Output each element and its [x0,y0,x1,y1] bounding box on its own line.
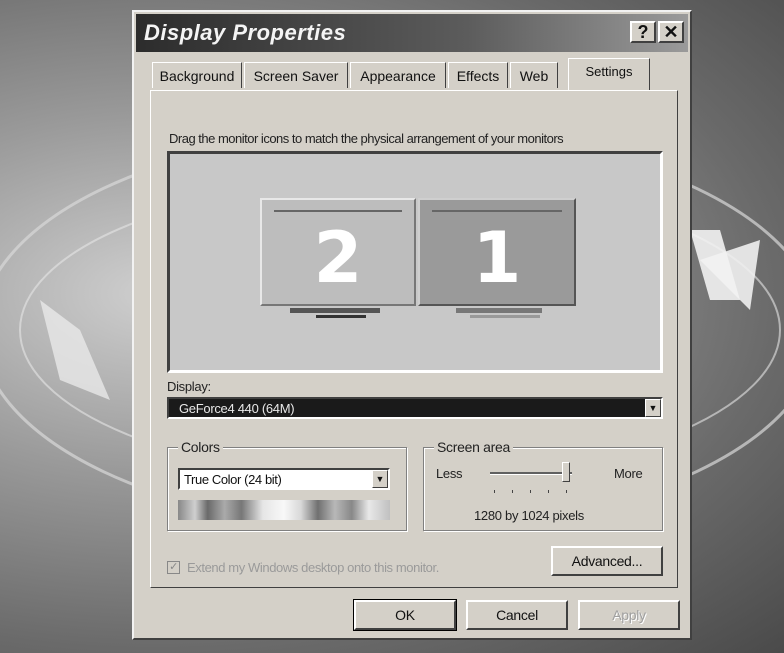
resolution-slider-thumb[interactable] [562,462,570,482]
screen-area-group-label: Screen area [434,439,513,455]
help-button[interactable]: ? [630,21,656,43]
color-preview-bar [178,500,390,520]
display-label: Display: [167,379,211,394]
monitor-2-number: 2 [313,217,363,299]
window-title: Display Properties [144,20,347,45]
monitor-1-number: 1 [472,217,522,299]
monitor-1-icon[interactable]: 1 [418,198,576,324]
screen-area-group: Screen area Less More 1280 by 1024 pixel… [423,439,663,531]
colors-select[interactable]: True Color (24 bit) ▼ [178,468,390,490]
monitor-2-icon[interactable]: 2 [260,198,416,324]
tab-web[interactable]: Web [510,62,558,88]
colors-group: Colors True Color (24 bit) ▼ [167,439,407,531]
tab-appearance[interactable]: Appearance [350,62,446,88]
monitor-1-screen: 1 [418,198,576,306]
chevron-down-icon[interactable]: ▼ [372,470,388,488]
chevron-down-icon[interactable]: ▼ [645,399,661,417]
colors-group-label: Colors [178,439,223,455]
colors-select-value: True Color (24 bit) [184,472,282,487]
resolution-text: 1280 by 1024 pixels [474,508,584,523]
more-label: More [614,466,643,481]
monitor-instruction: Drag the monitor icons to match the phys… [169,131,564,146]
extend-desktop-checkbox[interactable]: ✓ [167,561,180,574]
title-bar[interactable]: Display Properties ? ✕ [136,14,688,52]
extend-desktop-label: Extend my Windows desktop onto this moni… [187,560,439,575]
display-select[interactable]: GeForce4 440 (64M) ▼ [167,397,663,419]
cancel-button[interactable]: Cancel [466,600,568,630]
monitor-2-screen: 2 [260,198,416,306]
ok-button[interactable]: OK [353,599,457,631]
close-button[interactable]: ✕ [658,21,684,43]
tab-settings[interactable]: Settings [568,58,650,90]
resolution-slider-track[interactable] [490,472,572,475]
settings-panel: Drag the monitor icons to match the phys… [150,90,678,588]
tab-effects[interactable]: Effects [448,62,508,88]
advanced-button[interactable]: Advanced... [551,546,663,576]
tab-background[interactable]: Background [152,62,242,88]
less-label: Less [436,466,463,481]
apply-button[interactable]: Apply [578,600,680,630]
tab-screen-saver[interactable]: Screen Saver [244,62,348,88]
monitor-arrangement-area: 2 1 [167,151,663,373]
display-select-value: GeForce4 440 (64M) [179,401,295,416]
display-properties-dialog: Display Properties ? ✕ Background Screen… [132,10,692,640]
